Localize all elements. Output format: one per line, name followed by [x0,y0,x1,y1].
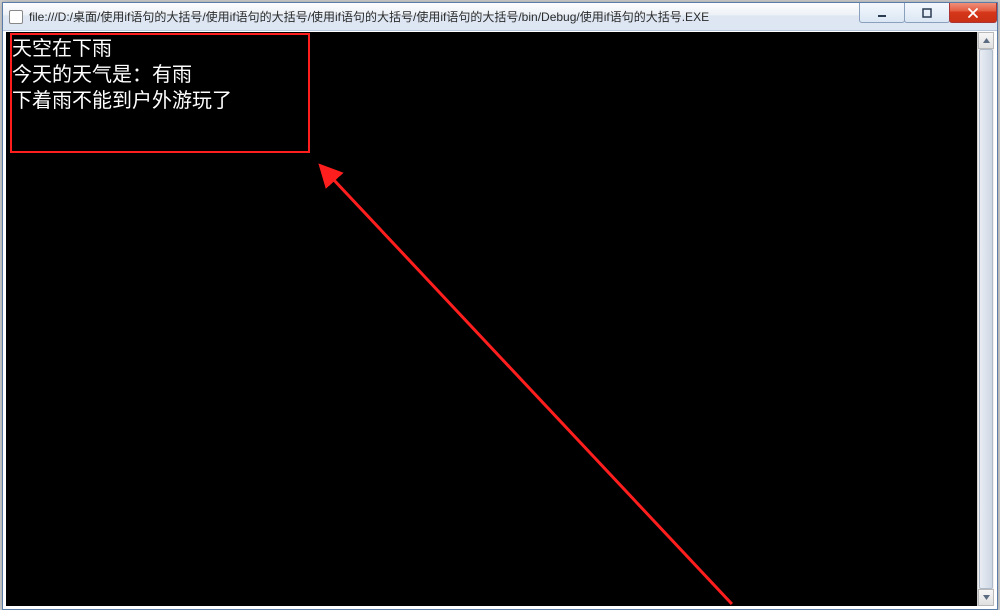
chevron-up-icon [982,36,991,45]
minimize-button[interactable] [859,3,905,23]
console-area: 天空在下雨 今天的天气是：有雨 下着雨不能到户外游玩了 [6,32,994,606]
client-area: 天空在下雨 今天的天气是：有雨 下着雨不能到户外游玩了 [3,31,997,609]
console-line: 下着雨不能到户外游玩了 [12,88,232,112]
close-icon [967,7,979,19]
close-button[interactable] [949,3,997,23]
maximize-button[interactable] [904,3,950,23]
minimize-icon [876,7,888,19]
window-title: file:///D:/桌面/使用if语句的大括号/使用if语句的大括号/使用if… [29,8,997,25]
scroll-down-button[interactable] [978,589,994,606]
vertical-scrollbar[interactable] [977,32,994,606]
chevron-down-icon [982,593,991,602]
scroll-up-button[interactable] [978,32,994,49]
console-output: 天空在下雨 今天的天气是：有雨 下着雨不能到户外游玩了 [12,35,232,113]
console-line: 今天的天气是：有雨 [12,62,192,86]
app-window: file:///D:/桌面/使用if语句的大括号/使用if语句的大括号/使用if… [2,2,998,610]
app-icon [9,10,23,24]
scroll-thumb[interactable] [979,49,993,589]
window-buttons [860,3,997,23]
maximize-icon [921,7,933,19]
console-line: 天空在下雨 [12,36,112,60]
titlebar[interactable]: file:///D:/桌面/使用if语句的大括号/使用if语句的大括号/使用if… [3,3,997,31]
annotation-arrow [6,32,994,606]
scroll-track[interactable] [978,49,994,589]
